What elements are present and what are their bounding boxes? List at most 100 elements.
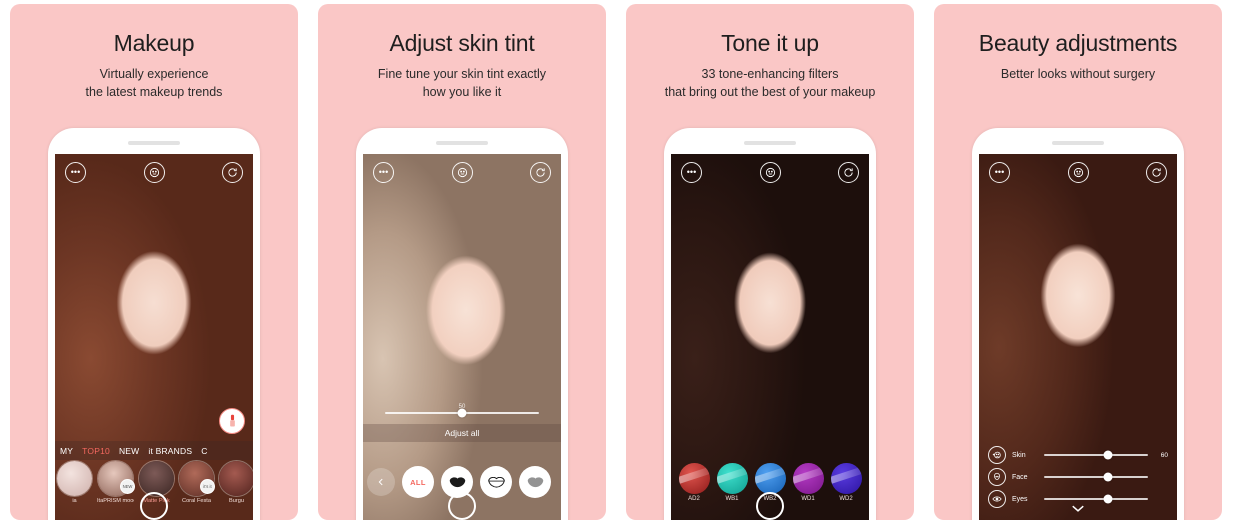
look-thumbnail [57,461,92,496]
shape-option-lips-outline[interactable] [480,466,512,498]
look-badge: it's it [200,479,215,494]
look-label: ItaPRISM mood [97,498,134,504]
tone-swatch [830,463,862,494]
page-title: Makeup [113,30,195,56]
look-label: Coral Festa [182,498,211,504]
adjustment-row-skin: Skin 60 [979,446,1177,464]
slider-track[interactable] [1044,450,1148,460]
slider-knob[interactable] [1103,472,1113,482]
tone-label: WB1 [725,496,739,502]
skin-smooth-icon[interactable] [988,446,1006,464]
tone-swatch [754,463,786,494]
top-icon-bar: ••• [671,162,869,183]
page-subtitle: 33 tone-enhancing filters that bring out… [664,67,876,100]
slider-track[interactable] [1044,472,1148,482]
look-label: Burgu [229,498,244,504]
phone-speaker [1052,141,1104,145]
tone-swatch [792,463,824,494]
shape-option-lips-partial[interactable] [519,466,551,498]
adjust-all-label[interactable]: Adjust all [363,424,561,442]
adjustment-label: Face [1012,473,1028,481]
slider-track[interactable] [385,408,539,418]
tone-label: AD2 [688,496,700,502]
more-options-icon[interactable]: ••• [989,162,1010,183]
face-effects-icon[interactable] [759,162,781,183]
phone-speaker [128,141,180,145]
promo-card-makeup: Makeup Virtually experience the latest m… [10,4,298,520]
tab-top10[interactable]: TOP10 [82,446,110,456]
skin-tint-slider[interactable]: 50 [363,404,561,418]
list-item[interactable]: WB1 [716,463,749,502]
list-item[interactable]: ia [57,461,92,504]
look-label: ia [72,498,77,504]
slider-track[interactable] [1044,494,1148,504]
page-subtitle: Better looks without surgery [1000,67,1156,82]
tone-label: WD1 [801,496,815,502]
chevron-down-icon[interactable] [1071,500,1085,518]
page-subtitle: Fine tune your skin tint exactly how you… [377,67,547,100]
switch-camera-icon[interactable] [838,162,859,183]
promo-card-skin-tint: Adjust skin tint Fine tune your skin tin… [318,4,606,520]
top-icon-bar: ••• [363,162,561,183]
phone-speaker [436,141,488,145]
phone-mockup: ••• [972,128,1184,520]
slider-knob[interactable] [1103,494,1113,504]
app-screen: ••• [979,154,1177,520]
more-options-icon[interactable]: ••• [373,162,394,183]
slider-knob[interactable] [1103,450,1113,460]
eye-enlarge-icon[interactable] [988,490,1006,508]
page-subtitle: Virtually experience the latest makeup t… [85,67,223,100]
tab-c[interactable]: C [201,446,207,456]
look-thumbnail [219,461,253,496]
look-thumbnail [139,461,174,496]
switch-camera-icon[interactable] [1146,162,1167,183]
face-effects-icon[interactable] [143,162,165,183]
tab-new[interactable]: NEW [119,446,139,456]
camera-preview [979,154,1177,520]
phone-mockup: ••• 50 Adjust all ALL [356,128,568,520]
tab-it-brands[interactable]: it BRANDS [148,446,192,456]
switch-camera-icon[interactable] [530,162,551,183]
makeup-category-tabs: MY TOP10 NEW it BRANDS C [55,441,253,460]
adjustment-row-face: Face [979,468,1177,486]
face-effects-icon[interactable] [1067,162,1089,183]
adjustment-label: Skin [1012,451,1026,459]
tone-label: WD2 [839,496,853,502]
face-shape-icon[interactable] [988,468,1006,486]
shutter-button[interactable] [140,492,168,520]
more-options-icon[interactable]: ••• [681,162,702,183]
page-title: Beauty adjustments [978,30,1178,56]
shutter-button[interactable] [448,492,476,520]
promo-card-tone: Tone it up 33 tone-enhancing filters tha… [626,4,914,520]
tone-swatch [716,463,748,494]
chevron-left-icon[interactable] [367,468,395,496]
switch-camera-icon[interactable] [222,162,243,183]
top-icon-bar: ••• [55,162,253,183]
tab-my[interactable]: MY [60,446,73,456]
phone-mockup: ••• [664,128,876,520]
phone-speaker [744,141,796,145]
top-icon-bar: ••• [979,162,1177,183]
more-options-icon[interactable]: ••• [65,162,86,183]
look-badge: NEW [120,479,135,494]
slider-knob[interactable] [457,408,467,418]
page-title: Adjust skin tint [389,30,535,56]
list-item[interactable]: WD2 [830,463,863,502]
app-screen: ••• 50 Adjust all ALL [363,154,561,520]
adjustment-value: 60 [1160,451,1168,459]
list-item[interactable]: NEW ItaPRISM mood [97,461,135,504]
list-item[interactable]: WD1 [792,463,825,502]
list-item[interactable]: it's it Coral Festa [179,461,215,504]
tone-swatch [678,463,710,494]
shape-option-all[interactable]: ALL [402,466,434,498]
list-item[interactable]: AD2 [678,463,711,502]
list-item[interactable]: Burgu [219,461,253,504]
lipstick-icon[interactable] [219,408,245,434]
page-title: Tone it up [721,30,819,56]
shutter-button[interactable] [756,492,784,520]
promo-card-beauty: Beauty adjustments Better looks without … [934,4,1222,520]
face-effects-icon[interactable] [451,162,473,183]
adjustment-label: Eyes [1012,495,1028,503]
app-screen: ••• [671,154,869,520]
app-screen: ••• [55,154,253,520]
